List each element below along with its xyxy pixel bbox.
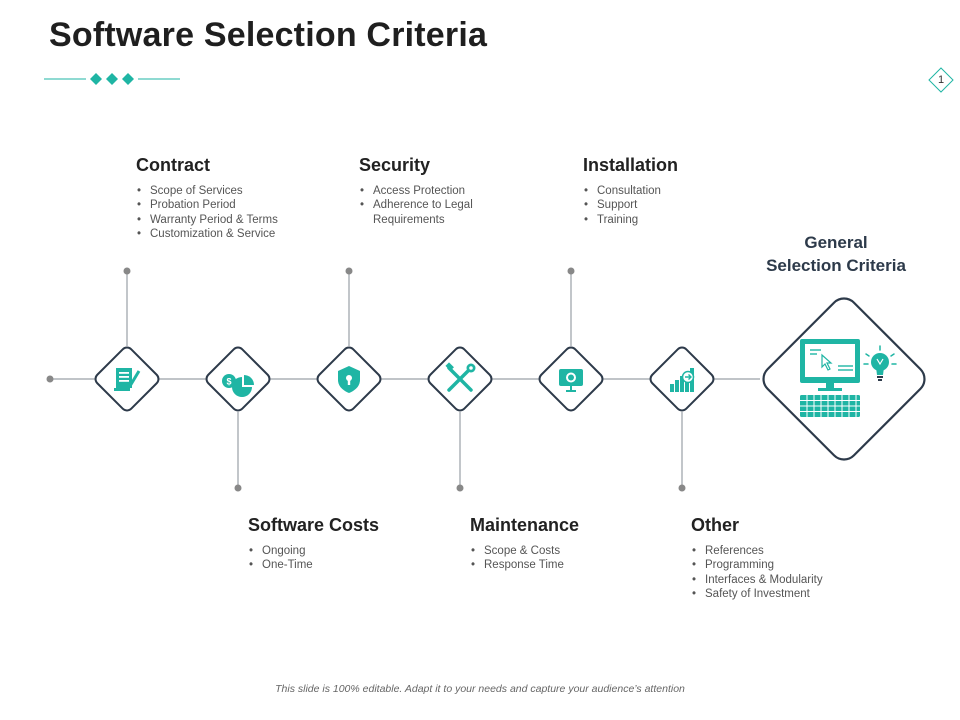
list-item: Programming	[691, 558, 823, 573]
footer-note: This slide is 100% editable. Adapt it to…	[275, 683, 685, 695]
node-maintenance	[427, 346, 493, 412]
criterion-heading: Security	[359, 155, 431, 175]
criterion-heading: Software Costs	[248, 515, 380, 535]
criterion-heading: Contract	[136, 155, 211, 175]
node-software-costs: $	[205, 346, 271, 412]
list-item: Support	[583, 198, 678, 213]
list-item: Adherence to Legal	[359, 198, 473, 213]
node-installation	[538, 346, 604, 412]
node-general	[762, 297, 926, 461]
criterion-maintenance: Maintenance Scope & Costs Response Time	[470, 515, 579, 573]
criterion-installation: Installation Consultation Support Traini…	[583, 155, 678, 227]
general-criteria-label: General Selection Criteria	[740, 231, 932, 277]
list-item: Warranty Period & Terms	[136, 213, 278, 228]
criterion-security: Security Access Protection Adherence to …	[359, 155, 473, 227]
criterion-heading: Other	[691, 515, 740, 535]
criterion-contract: Contract Scope of Services Probation Per…	[136, 155, 278, 241]
criterion-software-costs: Software Costs Ongoing One-Time	[248, 515, 379, 573]
list-item: One-Time	[248, 558, 379, 573]
list-item: Access Protection	[359, 184, 473, 199]
criterion-heading: Installation	[583, 155, 679, 175]
list-item: Response Time	[470, 558, 579, 573]
list-item: Interfaces & Modularity	[691, 573, 823, 588]
node-other	[649, 346, 715, 412]
list-item: Safety of Investment	[691, 587, 823, 602]
svg-text:$: $	[226, 377, 231, 387]
criterion-other: Other References Programming Interfaces …	[691, 515, 823, 601]
list-item: References	[691, 544, 823, 559]
general-label-line2: Selection Criteria	[766, 256, 906, 275]
criteria-diagram: $	[46, 267, 926, 492]
general-label-line1: General	[804, 233, 868, 252]
list-item: Customization & Service	[136, 227, 278, 242]
list-item: Scope & Costs	[470, 544, 579, 559]
list-item: Requirements	[373, 213, 445, 226]
timeline-start-dot	[46, 375, 54, 383]
list-item: Scope of Services	[136, 184, 278, 199]
criterion-heading: Maintenance	[470, 515, 580, 535]
list-item: Training	[583, 213, 678, 228]
list-item: Probation Period	[136, 198, 278, 213]
node-contract	[94, 346, 160, 412]
list-item: Consultation	[583, 184, 678, 199]
list-item: Ongoing	[248, 544, 379, 559]
node-security	[316, 346, 382, 412]
